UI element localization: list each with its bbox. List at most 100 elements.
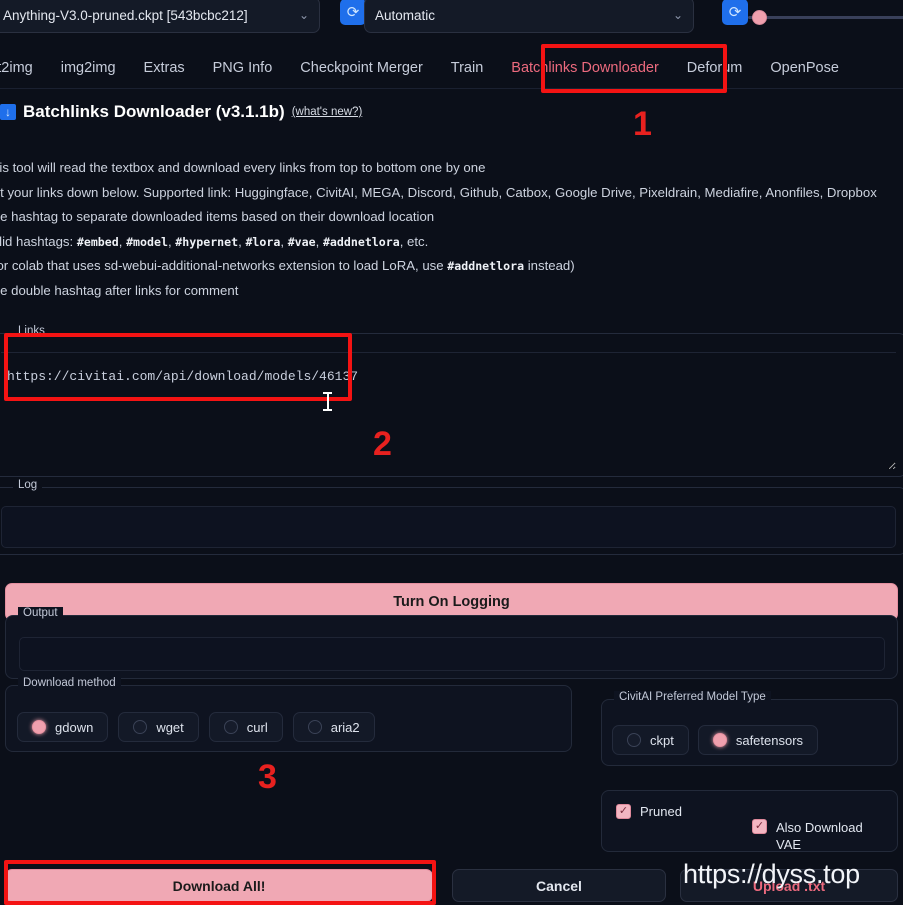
civitai-model-type-ckpt[interactable]: ckpt [612, 725, 689, 755]
upload-txt-button[interactable]: Upload .txt [680, 869, 898, 902]
download-all-button[interactable]: Download All! [5, 869, 433, 902]
civitai-model-type-label: ckpt [650, 732, 674, 748]
slider-thumb[interactable] [752, 10, 767, 25]
radio-dot-icon [627, 733, 641, 747]
description-line: Put your links down below. Supported lin… [0, 181, 903, 206]
chevron-down-icon: ⌄ [298, 8, 309, 22]
output-box [19, 637, 885, 671]
model-checkpoint-value: Anything-V3.0-pruned.ckpt [543bcbc212] [3, 7, 248, 23]
download-method-label: Download method [18, 677, 121, 689]
checkmark-icon: ✓ [752, 819, 767, 834]
tab-img2img[interactable]: img2img [47, 54, 130, 82]
tab-png-info[interactable]: PNG Info [199, 54, 287, 82]
app-window: Anything-V3.0-pruned.ckpt [543bcbc212] ⌄… [0, 0, 903, 905]
description-text: Use hashtag to separate downloaded items… [0, 209, 435, 224]
refresh-checkpoints-icon[interactable]: ⟳ [340, 0, 366, 25]
output-panel: Output [5, 607, 898, 679]
links-label: Links [13, 325, 50, 337]
civitai-model-type-label: safetensors [735, 732, 804, 748]
civitai-model-type-safetensors[interactable]: safetensors [697, 725, 819, 755]
download-icon: ↓ [0, 104, 16, 120]
vae-value: Automatic [375, 7, 436, 23]
top-toolbar: Anything-V3.0-pruned.ckpt [543bcbc212] ⌄… [0, 0, 903, 40]
log-label: Log [13, 479, 43, 491]
log-panel: Log [0, 479, 903, 555]
cancel-label: Cancel [536, 877, 582, 894]
description-line: Valid hashtags: #embed, #model, #hyperne… [0, 230, 903, 255]
checkbox-also-download-vae[interactable]: ✓ Also Download VAE [752, 819, 887, 853]
radio-dot-icon [223, 720, 238, 734]
turn-on-logging-label: Turn On Logging [393, 594, 510, 610]
refresh-vae-icon[interactable]: ⟳ [722, 0, 748, 25]
model-checkpoint-dropdown[interactable]: Anything-V3.0-pruned.ckpt [543bcbc212] ⌄ [0, 0, 320, 33]
tab-deforum[interactable]: Deforum [673, 54, 757, 82]
description-line: (For colab that uses sd-webui-additional… [0, 254, 903, 279]
tab-extras[interactable]: Extras [130, 54, 199, 82]
annotation-number-3: 3 [258, 758, 277, 796]
civitai-model-type-panel: CivitAI Preferred Model Type ckpt safeten… [601, 691, 898, 766]
hashtag-code: #hypernet [175, 234, 239, 249]
output-label: Output [18, 607, 63, 619]
description-text: Use double hashtag after links for comme… [0, 282, 239, 298]
hashtag-code: #vae [287, 234, 316, 249]
whats-new-link[interactable]: (what's new?) [292, 106, 363, 118]
hashtag-code: #embed [76, 234, 119, 249]
chevron-down-icon: ⌄ [672, 8, 683, 22]
links-panel: Links [0, 325, 903, 477]
civitai-model-type-radio-group: ckpt safetensors [612, 725, 819, 755]
download-all-label: Download All! [172, 877, 266, 894]
tab-checkpoint-merger[interactable]: Checkpoint Merger [286, 54, 437, 82]
download-method-curl[interactable]: curl [208, 712, 283, 742]
description-text: , etc. [399, 233, 429, 249]
cancel-button[interactable]: Cancel [452, 869, 666, 902]
page-header: ↓ Batchlinks Downloader (v3.1.1b) (what'… [0, 97, 903, 127]
description-text: , [280, 233, 288, 249]
download-method-label: aria2 [330, 719, 360, 735]
description-line: Use hashtag to separate downloaded items… [0, 205, 903, 230]
vae-dropdown[interactable]: Automatic ⌄ [364, 0, 694, 33]
log-output [1, 506, 896, 548]
refresh-glyph: ⟳ [728, 3, 742, 21]
checkbox-pruned-label: Pruned [640, 804, 682, 819]
description-line: Use double hashtag after links for comme… [0, 279, 903, 304]
options-checkbox-panel: ✓ Pruned ✓ Also Download VAE [601, 790, 898, 852]
main-tab-bar: txt2imgimg2imgExtrasPNG InfoCheckpoint M… [0, 47, 903, 89]
download-method-gdown[interactable]: gdown [17, 712, 109, 742]
checkbox-also-download-vae-label: Also Download VAE [776, 820, 863, 852]
description-block: This tool will read the textbox and down… [0, 156, 903, 303]
civitai-model-type-label: CivitAI Preferred Model Type [614, 691, 771, 703]
download-method-label: wget [156, 719, 184, 735]
radio-dot-icon [133, 720, 148, 734]
page-title: Batchlinks Downloader (v3.1.1b) [23, 102, 285, 121]
hashtag-code: #model [126, 234, 168, 249]
checkbox-pruned[interactable]: ✓ Pruned [616, 804, 682, 819]
description-text: (For colab that uses sd-webui-additional… [0, 258, 448, 273]
radio-dot-icon [32, 720, 46, 734]
refresh-glyph: ⟳ [346, 3, 360, 21]
radio-dot-icon [712, 733, 727, 747]
tab-batchlinks-downloader[interactable]: Batchlinks Downloader [497, 54, 673, 82]
radio-dot-icon [307, 720, 322, 734]
download-method-label: curl [246, 719, 268, 735]
description-text: instead) [524, 258, 575, 273]
download-method-radio-group: gdown wget curl aria2 [17, 712, 375, 742]
clip-skip-slider[interactable] [748, 10, 903, 26]
description-text: , [118, 233, 127, 249]
tab-openpose[interactable]: OpenPose [756, 54, 853, 82]
description-text: Valid hashtags: [0, 233, 74, 249]
hashtag-code: #lora [245, 234, 281, 249]
tab-train[interactable]: Train [437, 54, 498, 82]
upload-txt-label: Upload .txt [752, 877, 826, 894]
hashtag-code: #addnetlora [322, 234, 400, 249]
download-method-aria2[interactable]: aria2 [292, 712, 375, 742]
download-method-panel: Download method gdown wget curl aria2 [5, 677, 572, 752]
tab-txt2img[interactable]: txt2img [0, 54, 47, 82]
description-text: , [315, 233, 323, 249]
description-text: This tool will read the textbox and down… [0, 160, 486, 175]
hashtag-code: #addnetlora [447, 259, 525, 273]
links-input[interactable] [1, 352, 896, 470]
description-line: This tool will read the textbox and down… [0, 156, 903, 181]
download-method-label: gdown [55, 719, 94, 735]
slider-track [748, 16, 903, 19]
download-method-wget[interactable]: wget [118, 712, 199, 742]
